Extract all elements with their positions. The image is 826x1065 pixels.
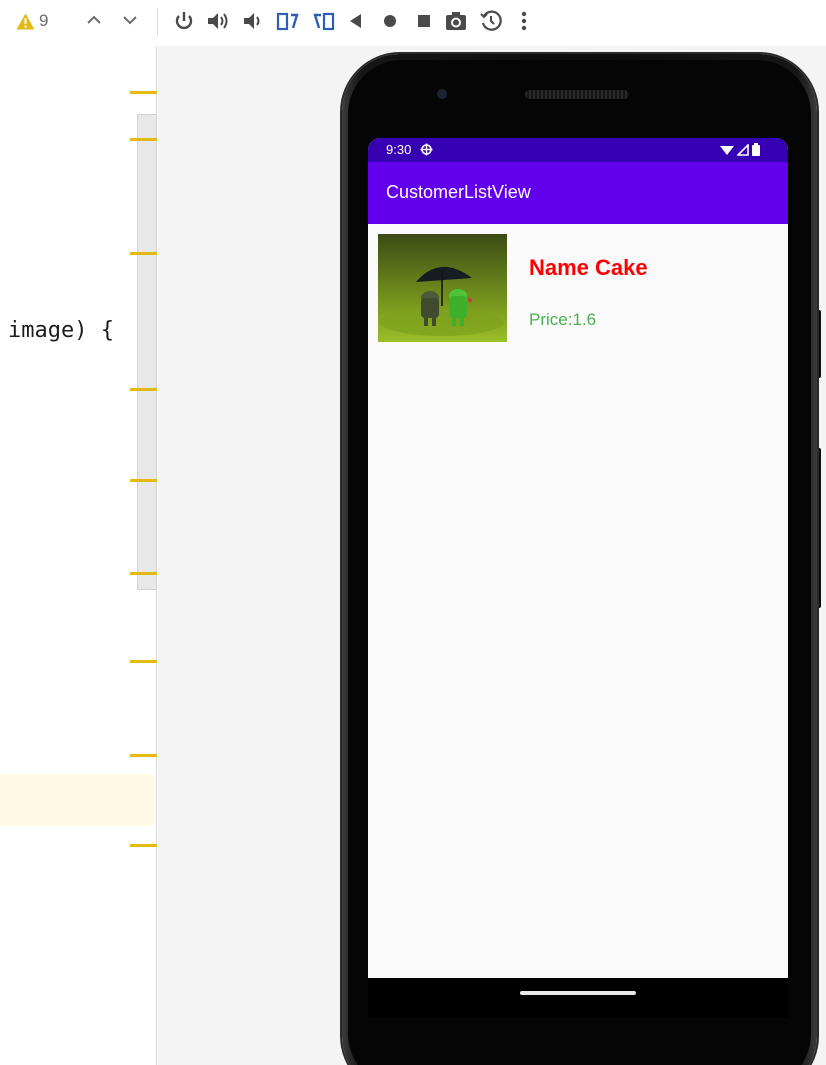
power-button[interactable] (172, 9, 196, 33)
emulator-toolbar: 9 (0, 0, 826, 46)
battery-icon (752, 143, 760, 156)
warning-icon (16, 13, 35, 29)
navigation-bar (368, 978, 788, 1018)
rotate-left-icon (276, 12, 299, 31)
snapshot-icon (480, 10, 502, 31)
chevron-down-icon (123, 16, 137, 25)
app-bar: CustomerListView (368, 162, 788, 224)
power-icon (175, 12, 193, 30)
overview-icon (418, 15, 430, 27)
status-time: 9:30 (386, 142, 412, 157)
home-gesture-pill[interactable] (520, 991, 636, 995)
status-icons (720, 143, 760, 156)
android-studio-window: 9 image) {9:30 CustomerListView Name Ca… (0, 0, 826, 1065)
warning-marker[interactable] (130, 479, 157, 482)
item-price: Price:1.6 (529, 310, 597, 329)
overview-button[interactable] (412, 9, 436, 33)
earpiece-speaker (525, 90, 629, 99)
volume-up-button[interactable] (206, 9, 230, 33)
rotate-right-icon (313, 12, 335, 31)
back-icon (350, 14, 361, 28)
back-button[interactable] (344, 9, 368, 33)
status-bar: 9:30 (368, 138, 788, 162)
item-image (378, 234, 507, 342)
warning-marker[interactable] (130, 844, 157, 847)
rotate-right-button[interactable] (312, 9, 336, 33)
warning-indicator[interactable]: 9 (16, 11, 48, 31)
warning-marker[interactable] (130, 91, 157, 94)
warning-marker[interactable] (130, 138, 157, 141)
settings-gear-icon (420, 143, 433, 156)
chevron-up-icon (87, 15, 101, 24)
volume-down-button[interactable] (240, 9, 264, 33)
warning-marker[interactable] (130, 754, 157, 757)
previous-warning-button[interactable] (84, 10, 104, 30)
item-name: Name Cake (529, 255, 648, 280)
next-warning-button[interactable] (120, 10, 140, 30)
screenshot-button[interactable] (444, 9, 468, 33)
more-options-button[interactable] (512, 9, 536, 33)
list-item[interactable]: Name Cake Price:1.6 (368, 224, 788, 354)
device-screen[interactable]: 9:30 CustomerListView Name Cake Price:1.… (368, 138, 788, 978)
code-editor-panel: image) { (0, 46, 157, 1065)
toolbar-divider (157, 8, 158, 36)
editor-scrollbar[interactable] (137, 114, 157, 590)
snapshot-button[interactable] (479, 9, 503, 33)
android-umbrella-image (378, 234, 507, 342)
warning-marker[interactable] (130, 572, 157, 575)
current-line-highlight (0, 774, 156, 826)
home-button[interactable] (378, 9, 402, 33)
code-line[interactable]: image) { (8, 318, 114, 343)
home-icon (384, 15, 396, 27)
camera-icon (446, 12, 466, 30)
rotate-left-button[interactable] (276, 9, 300, 33)
wifi-icon (720, 145, 734, 155)
signal-icon (737, 143, 749, 156)
warning-marker[interactable] (130, 388, 157, 391)
volume-down-icon (244, 13, 260, 29)
warning-marker[interactable] (130, 660, 157, 663)
warning-count: 9 (39, 11, 49, 30)
volume-up-icon (208, 13, 228, 29)
front-camera (437, 89, 447, 99)
more-icon (521, 11, 527, 31)
app-title: CustomerListView (386, 182, 531, 202)
warning-marker[interactable] (130, 252, 157, 255)
